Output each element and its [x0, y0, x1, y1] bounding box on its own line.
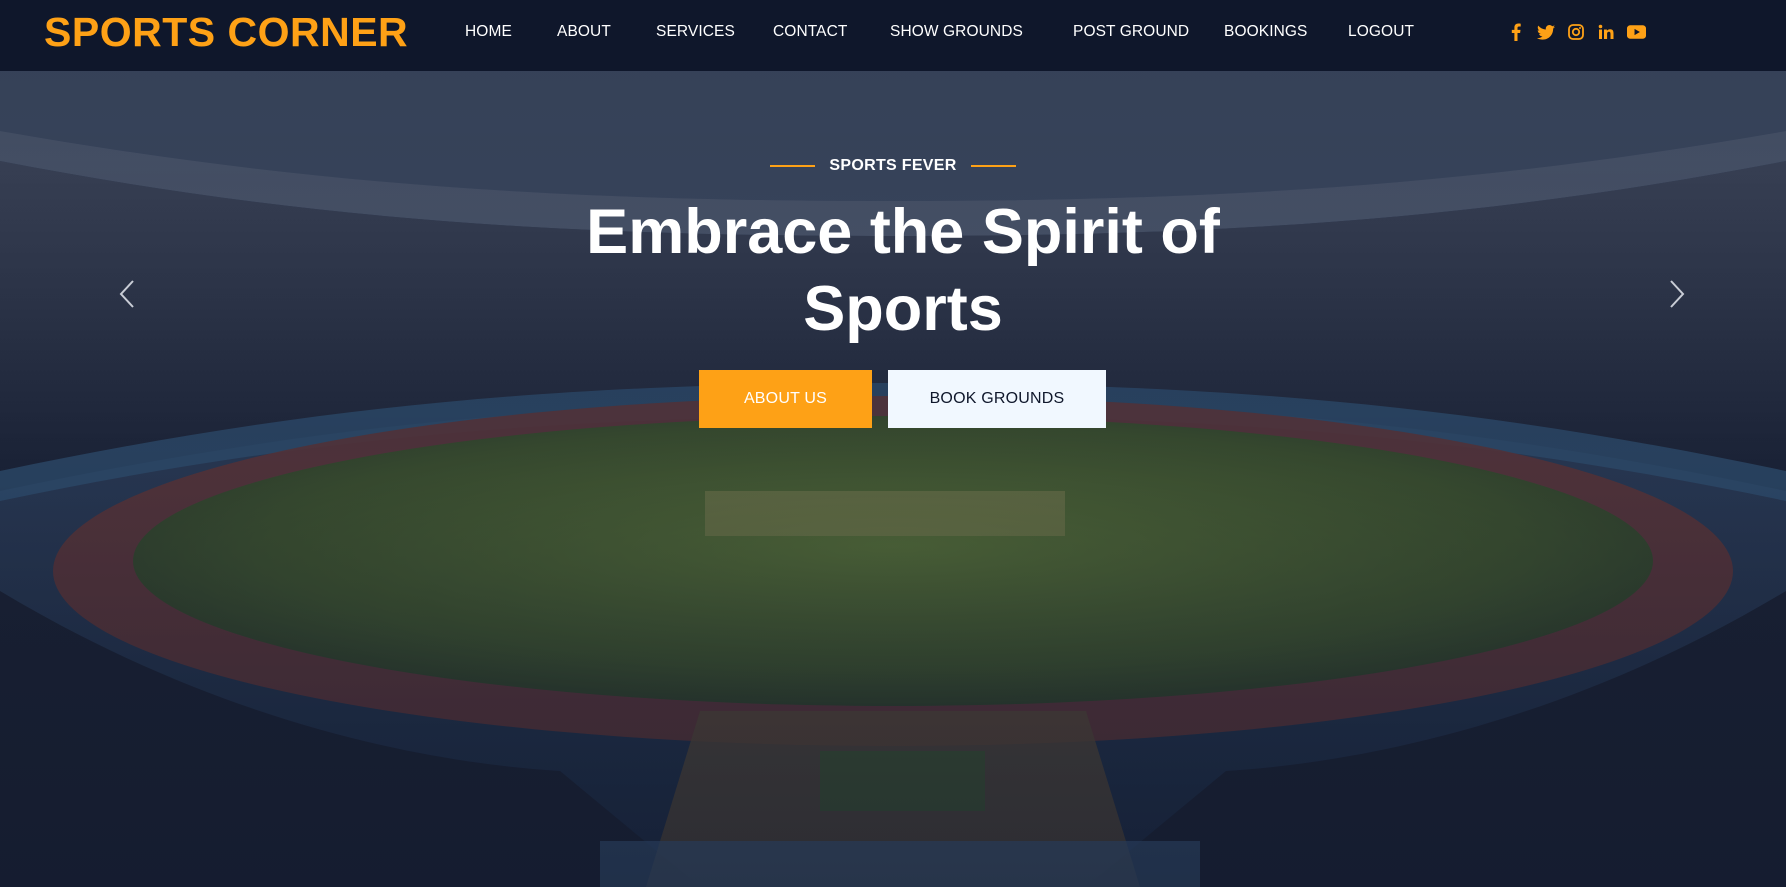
tagline-group: SPORTS FEVER: [0, 157, 1786, 175]
hero-tagline: SPORTS FEVER: [829, 157, 957, 174]
youtube-icon[interactable]: [1626, 22, 1646, 42]
carousel-prev-chevron-left-icon[interactable]: [112, 274, 142, 314]
nav-contact[interactable]: CONTACT: [773, 23, 847, 41]
nav-home[interactable]: HOME: [465, 23, 512, 41]
linkedin-icon[interactable]: [1596, 22, 1616, 42]
tagline-line-right: [970, 165, 1016, 167]
hero-headline: Embrace the Spirit of Sports: [586, 197, 1220, 344]
instagram-icon[interactable]: [1566, 22, 1586, 42]
nav-bookings[interactable]: BOOKINGS: [1224, 23, 1307, 41]
navbar: SPORTS CORNER HOME ABOUT SERVICES CONTAC…: [0, 0, 1786, 71]
nav-services[interactable]: SERVICES: [656, 23, 735, 41]
carousel-next-chevron-right-icon[interactable]: [1662, 274, 1692, 314]
nav-show-grounds[interactable]: SHOW GROUNDS: [890, 23, 1023, 41]
nav-post-ground[interactable]: POST GROUND: [1073, 23, 1189, 41]
about-us-button[interactable]: ABOUT US: [699, 370, 872, 428]
twitter-icon[interactable]: [1536, 22, 1556, 42]
hero-carousel: SPORTS FEVER Embrace the Spirit of Sport…: [0, 71, 1786, 887]
nav-about[interactable]: ABOUT: [557, 23, 611, 41]
facebook-icon[interactable]: [1506, 22, 1526, 42]
social-links: [1506, 22, 1646, 42]
book-grounds-button[interactable]: BOOK GROUNDS: [888, 370, 1106, 428]
nav-logout[interactable]: LOGOUT: [1348, 23, 1414, 41]
tagline-line-left: [770, 165, 816, 167]
